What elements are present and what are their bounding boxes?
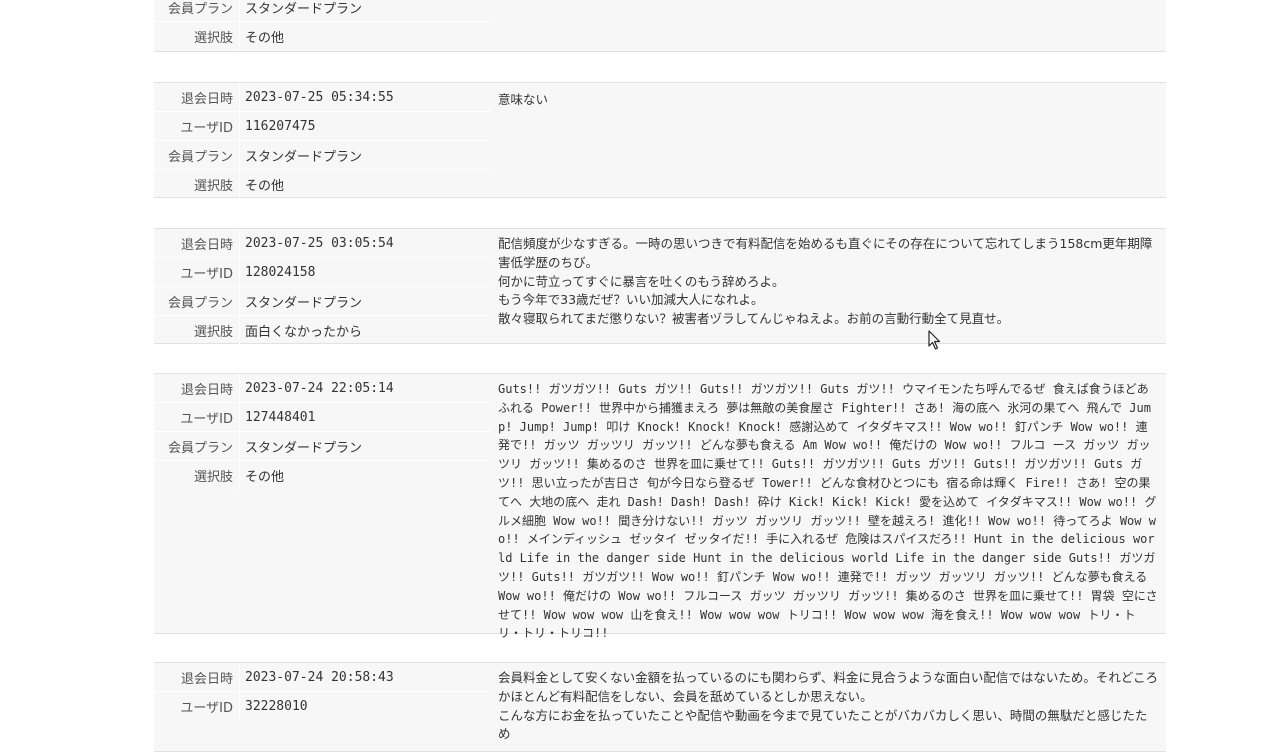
withdrawal-record: 退会日時 2023-07-25 05:34:55 ユーザID 116207475… [154,82,1166,199]
user-id-row: ユーザID 127448401 [154,403,491,432]
choice-label: 選択肢 [193,31,233,46]
plan-value: スタンダードプラン [239,432,491,460]
choice-label: 選択肢 [193,325,233,340]
plan-row: 会員プラン スタンダードプラン [154,0,491,22]
datetime-value: 2023-07-24 22:05:14 [239,374,491,402]
user-id-row: ユーザID 128024158 [154,258,491,287]
record-fields: 退会日時 2023-07-24 20:58:43 ユーザID 32228010 [154,663,491,721]
choice-row: 選択肢 その他 [154,22,491,51]
user-id-value: 116207475 [239,112,491,140]
withdrawal-record: 退会日時 2023-07-24 22:05:14 ユーザID 127448401… [154,373,1166,640]
choice-label: 選択肢 [193,470,233,485]
plan-label: 会員プラン [167,149,233,165]
plan-label: 会員プラン [167,295,233,311]
withdrawal-record: 退会日時 2023-07-24 20:58:43 ユーザID 32228010 … [154,662,1166,752]
datetime-row: 退会日時 2023-07-25 05:34:55 [154,83,491,112]
plan-value: スタンダードプラン [239,141,491,169]
plan-row: 会員プラン スタンダードプラン [154,432,491,461]
user-id-value: 128024158 [239,258,491,286]
datetime-value: 2023-07-24 20:58:43 [239,663,491,691]
plan-value: スタンダードプラン [239,287,491,315]
user-id-value: 32228010 [239,692,491,721]
datetime-label: 退会日時 [180,91,233,107]
user-id-label: ユーザID [180,701,233,716]
choice-value: その他 [239,170,491,199]
choice-value: その他 [239,22,491,51]
plan-label: 会員プラン [167,440,233,456]
withdrawal-record: 会員プラン スタンダードプラン 選択肢 その他 [154,0,1166,52]
datetime-label: 退会日時 [180,382,233,398]
datetime-row: 退会日時 2023-07-24 20:58:43 [154,663,491,692]
datetime-row: 退会日時 2023-07-25 03:05:54 [154,229,491,258]
datetime-value: 2023-07-25 03:05:54 [239,229,491,257]
user-id-row: ユーザID 32228010 [154,692,491,721]
record-fields: 退会日時 2023-07-25 05:34:55 ユーザID 116207475… [154,83,491,199]
datetime-row: 退会日時 2023-07-24 22:05:14 [154,374,491,403]
user-id-label: ユーザID [180,120,233,136]
plan-row: 会員プラン スタンダードプラン [154,141,491,170]
comment-text: 意味ない [498,92,549,107]
mouse-pointer-icon [928,330,941,350]
record-fields: 退会日時 2023-07-24 22:05:14 ユーザID 127448401… [154,374,491,490]
choice-label: 選択肢 [193,179,233,194]
plan-value: スタンダードプラン [239,0,491,21]
comment-text: Guts!! ガツガツ!! Guts ガツ!! Guts!! ガツガツ!! Gu… [498,382,1158,641]
choice-value: 面白くなかったから [239,316,491,345]
user-id-row: ユーザID 116207475 [154,112,491,141]
choice-row: 選択肢 その他 [154,461,491,490]
record-fields: 会員プラン スタンダードプラン 選択肢 その他 [154,0,491,51]
user-id-label: ユーザID [180,411,233,427]
datetime-label: 退会日時 [180,237,233,253]
choice-value: その他 [239,461,491,490]
comment-text: 会員料金として安くない金額を払っているのにも関わらず、料金に見合うような面白い配… [498,670,1159,742]
datetime-label: 退会日時 [180,671,233,687]
record-fields: 退会日時 2023-07-25 03:05:54 ユーザID 128024158… [154,229,491,345]
plan-row: 会員プラン スタンダードプラン [154,287,491,316]
choice-row: 選択肢 面白くなかったから [154,316,491,345]
choice-row: 選択肢 その他 [154,170,491,199]
datetime-value: 2023-07-25 05:34:55 [239,83,491,111]
withdrawal-record: 退会日時 2023-07-25 03:05:54 ユーザID 128024158… [154,228,1166,345]
user-id-label: ユーザID [180,266,233,282]
comment-text: 配信頻度が少なすぎる。一時の思いつきで有料配信を始めるも直ぐにその存在について忘… [498,236,1153,327]
plan-label: 会員プラン [167,1,233,17]
user-id-value: 127448401 [239,403,491,431]
